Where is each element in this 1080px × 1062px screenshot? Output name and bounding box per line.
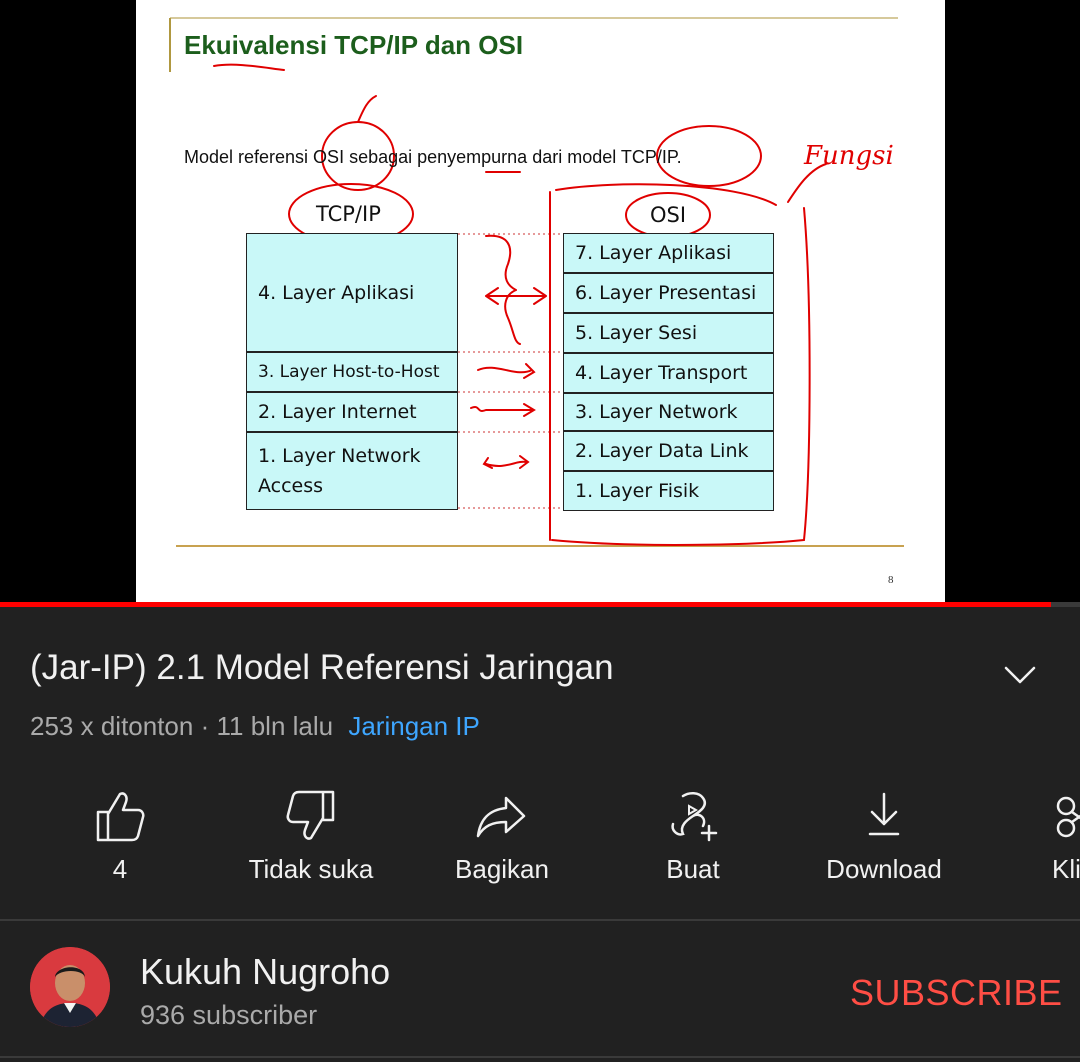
slide-page-number: 8 [888, 574, 894, 586]
share-label: Bagikan [455, 854, 549, 884]
share-icon [476, 796, 526, 838]
download-label: Download [826, 854, 942, 884]
slide-title: Ekuivalensi TCP/IP dan OSI [184, 30, 524, 60]
clip-button[interactable]: Kli [990, 780, 1080, 900]
thumbs-down-icon [286, 790, 335, 840]
tcpip-layer-3: 3. Layer Host-to-Host [246, 352, 458, 392]
osi-layer-3: 3. Layer Network [563, 393, 774, 431]
progress-bar-fill [0, 602, 1051, 607]
thumbs-up-icon [96, 792, 145, 842]
osi-layer-4: 4. Layer Transport [563, 353, 774, 393]
subscriber-count: 936 subscriber [140, 1000, 318, 1030]
dislike-button[interactable]: Tidak suka [226, 780, 396, 900]
create-icon [671, 792, 718, 842]
channel-avatar[interactable] [30, 947, 110, 1027]
video-player[interactable]: Fungsi Ekuivalensi TCP/IP dan OSI Model … [0, 0, 1080, 607]
progress-bar[interactable] [0, 602, 1080, 607]
expand-description-button[interactable] [996, 656, 1044, 696]
create-button[interactable]: Buat [608, 780, 778, 900]
view-count: 253 x ditonton [30, 711, 194, 741]
osi-layer-5: 5. Layer Sesi [563, 313, 774, 353]
slide-frame: Fungsi Ekuivalensi TCP/IP dan OSI Model … [136, 0, 945, 604]
upload-age: 11 bln lalu [216, 711, 334, 741]
like-button[interactable]: 4 [35, 780, 205, 900]
tcpip-layer-2: 2. Layer Internet [246, 392, 458, 432]
annotation-text: Fungsi [803, 141, 894, 171]
channel-name[interactable]: Kukuh Nugroho [140, 951, 390, 993]
video-title[interactable]: (Jar-IP) 2.1 Model Referensi Jaringan [30, 648, 614, 688]
meta-separator: · [200, 711, 210, 741]
download-icon [868, 792, 900, 836]
osi-layer-2: 2. Layer Data Link [563, 431, 774, 471]
tcpip-layer-4: 4. Layer Aplikasi [246, 233, 458, 352]
tcpip-layer-1: 1. Layer Network Access [246, 432, 458, 510]
like-count: 4 [112, 854, 128, 884]
divider [0, 919, 1080, 921]
osi-layer-1: 1. Layer Fisik [563, 471, 774, 511]
channel-link[interactable]: Jaringan IP [348, 711, 480, 741]
osi-layer-7: 7. Layer Aplikasi [563, 233, 774, 273]
osi-layer-6: 6. Layer Presentasi [563, 273, 774, 313]
download-button[interactable]: Download [799, 780, 969, 900]
chevron-down-icon [1004, 666, 1036, 684]
osi-header: OSI [650, 203, 687, 227]
create-label: Buat [666, 854, 720, 884]
share-button[interactable]: Bagikan [417, 780, 587, 900]
divider [0, 1056, 1080, 1058]
clip-label: Kli [1052, 854, 1080, 884]
dislike-label: Tidak suka [248, 854, 374, 884]
avatar-image [30, 947, 110, 1027]
tcpip-header: TCP/IP [316, 202, 381, 226]
subscribe-button[interactable]: SUBSCRIBE [850, 972, 1063, 1014]
clip-icon [1056, 796, 1080, 838]
video-meta: 253 x ditonton · 11 bln lalu Jaringan IP [30, 711, 480, 742]
slide-subtitle: Model referensi OSI sebagai penyempurna … [184, 147, 682, 167]
